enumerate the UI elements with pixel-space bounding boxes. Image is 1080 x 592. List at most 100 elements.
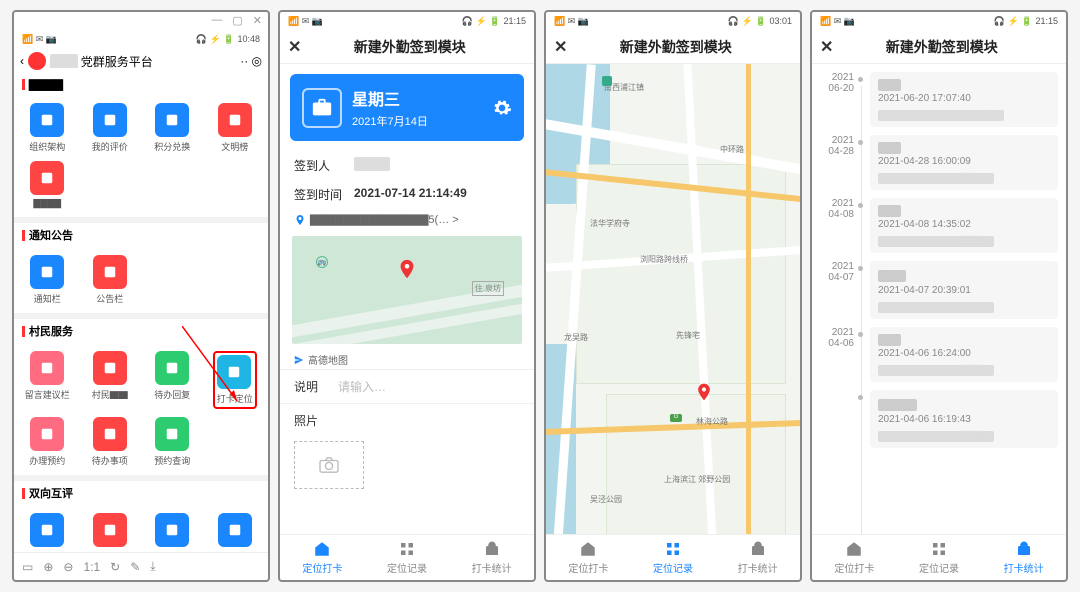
tool-refresh-icon[interactable]: ↻ [110, 560, 120, 574]
win-min-icon[interactable]: — [211, 14, 222, 28]
big-map[interactable]: 南西浦江镇中环路法华学府寺浏阳路跨线桥龙吴路先锋宅林海公路上海滨江 郊野公园吴泾… [546, 64, 800, 534]
history-row: 2021 04-07 刘▇ 2021-04-07 20:39:01 ▇▇▇▇▇▇… [812, 257, 1066, 323]
search2-icon [155, 417, 189, 451]
icon-label: ▇▇▇▇ [33, 198, 61, 209]
location-icon [217, 355, 251, 389]
hygiene-item[interactable]: 卫生评分 [141, 509, 204, 552]
pending-item[interactable]: 待办事项 [79, 413, 142, 471]
tab-label: 打卡统计 [472, 560, 512, 575]
board-item[interactable]: 公告栏 [79, 251, 142, 309]
history-card[interactable]: ▇▇ 2021-04-08 14:35:02 ▇▇▇▇▇▇▇▇街道… [870, 198, 1058, 253]
location-row[interactable]: ▇▇▇▇▇▇▇▇▇▇▇▇▇▇5(… > [280, 209, 534, 230]
history-name: 刘▇ [878, 267, 1050, 283]
speaker-item[interactable]: 通知栏 [16, 251, 79, 309]
history-card[interactable]: 刘▇ 2021-04-07 20:39:01 ▇▇▇▇▇▇▇▇▇金… [870, 261, 1058, 319]
org-icon [30, 103, 64, 137]
close-icon[interactable]: ✕ [554, 37, 567, 57]
tab-checkin[interactable]: 定位打卡 [568, 540, 608, 575]
tab-checkin[interactable]: 定位打卡 [834, 540, 874, 575]
icon-label: 村民▇▇ [92, 388, 128, 401]
history-timestamp: 2021-06-20 17:07:40 [878, 93, 1050, 104]
title-prefix: ▇▇▇ [50, 54, 78, 68]
history-name: ▇▇ [878, 78, 1050, 91]
qr-item[interactable]: 我的评价 [79, 99, 142, 157]
history-card[interactable]: ▇▇ 2021-04-06 16:24:00 ▇▇▇▇▇▇▇▇街道… [870, 327, 1058, 382]
screen-3: 📶 ✉ 📷 🎧 ⚡ 🔋03:01 ✕ 新建外勤签到模块 南西浦江镇中环路法华学府… [544, 10, 802, 582]
tool-zoom-out-icon[interactable]: ⊖ [63, 560, 73, 574]
location-item[interactable]: 打卡定位 [204, 347, 267, 413]
tool-download-icon[interactable]: ⤓ [150, 559, 155, 574]
close-icon[interactable]: ✕ [288, 37, 301, 57]
trophy-item[interactable]: 文明榜 [204, 99, 267, 157]
history-card[interactable]: 李▇▇ 2021-04-06 16:19:43 ▇▇▇▇▇▇▇▇街道… [870, 390, 1058, 448]
icon-label: 干部评分 [29, 550, 65, 552]
icon-label: 公告栏 [96, 292, 123, 305]
map-poi: 住.泉坊 [472, 281, 504, 296]
bus-stop-icon: 🚌 [316, 256, 328, 268]
swap-item[interactable]: 积分兑换 [141, 99, 204, 157]
map-pin-icon [396, 258, 418, 285]
tab-stats[interactable]: 打卡统计 [1004, 540, 1044, 575]
icon-label: 群众评分 [92, 550, 128, 552]
history-date [820, 390, 862, 448]
section-title-1: 通知公告 [14, 223, 268, 247]
link-item[interactable]: ▇▇▇▇ [16, 157, 79, 213]
calendar-icon [30, 417, 64, 451]
group-rate-item[interactable]: 群众评分 [79, 509, 142, 552]
reply-icon [155, 351, 189, 385]
main-scroll[interactable]: ▇▇▇▇ 组织架构我的评价积分兑换文明榜▇▇▇▇ 通知公告 通知栏公告栏 村民服… [14, 74, 268, 552]
mini-map[interactable]: 住.泉坊 🚌 [292, 236, 522, 344]
qr-icon [93, 103, 127, 137]
win-max-icon[interactable]: ▢ [232, 14, 242, 28]
history-address: ▇▇▇▇▇▇▇▇街道… [878, 361, 1050, 376]
tab-checkin[interactable]: 定位打卡 [302, 540, 342, 575]
reply-item[interactable]: 待办回复 [141, 347, 204, 413]
history-list[interactable]: 2021 06-20 ▇▇ 2021-06-20 17:07:40 ▇▇▇▇▇▇… [812, 64, 1066, 534]
map-label: 上海滨江 郊野公园 [664, 474, 730, 485]
mini-program-menu[interactable]: ·· ◎ [240, 54, 262, 68]
close-icon[interactable]: ✕ [820, 37, 833, 57]
icon-label: 卫生评分 [154, 550, 190, 552]
exchange-icon [218, 513, 252, 547]
org-item[interactable]: 组织架构 [16, 99, 79, 157]
tab-label: 定位打卡 [302, 560, 342, 575]
pending-icon [93, 417, 127, 451]
tab-records[interactable]: 定位记录 [387, 540, 427, 575]
tool-zoom-in-icon[interactable]: ⊕ [43, 560, 53, 574]
mgmt-item[interactable]: 村民▇▇ [79, 347, 142, 413]
desc-row[interactable]: 说明 请输入… [280, 369, 534, 403]
tool-phone-icon[interactable]: ▭ [22, 560, 33, 574]
tab-records[interactable]: 定位记录 [919, 540, 959, 575]
map-pin-icon [694, 382, 714, 407]
history-timestamp: 2021-04-07 20:39:01 [878, 285, 1050, 296]
page-header: ✕ 新建外勤签到模块 [812, 30, 1066, 64]
date: 2021年7月14日 [352, 113, 482, 129]
history-address: ▇▇▇▇▇▇▇▇▇金… [878, 298, 1050, 313]
back-icon[interactable]: ‹ [20, 54, 24, 68]
swap-icon [155, 103, 189, 137]
grid-3: 干部评分 群众评分 卫生评分 兑换积分 [14, 505, 268, 552]
user-rate-item[interactable]: 干部评分 [16, 509, 79, 552]
grid-0: 组织架构我的评价积分兑换 文明榜 ▇▇▇▇ [14, 95, 268, 217]
gear-icon[interactable] [492, 98, 512, 118]
history-row: 2021 04-28 ▇▇ 2021-04-28 16:00:09 ▇▇▇▇▇▇… [812, 131, 1066, 194]
tab-stats[interactable]: 打卡统计 [738, 540, 778, 575]
icon-label: 兑换积分 [217, 550, 253, 552]
icon-label: 积分兑换 [154, 140, 190, 153]
tool-edit-icon[interactable]: ✎ [130, 560, 140, 574]
page-title: 新建外勤签到模块 [575, 37, 776, 57]
history-card[interactable]: ▇▇ 2021-06-20 17:07:40 ▇▇▇▇▇▇▇▇▇▇企… [870, 72, 1058, 127]
photo-upload[interactable] [294, 441, 364, 489]
exchange-item[interactable]: 兑换积分 [204, 509, 267, 552]
win-close-icon[interactable]: ✕ [253, 14, 262, 28]
tab-label: 定位记录 [387, 560, 427, 575]
tab-stats[interactable]: 打卡统计 [472, 540, 512, 575]
tool-ratio-icon[interactable]: 1:1 [83, 560, 100, 574]
bottom-tabs: 定位打卡 定位记录 打卡统计 [546, 534, 800, 580]
map-attribution: 高德地图 [280, 350, 534, 369]
calendar-item[interactable]: 办理预约 [16, 413, 79, 471]
tab-records[interactable]: 定位记录 [653, 540, 693, 575]
chat-item[interactable]: 留言建议栏 [16, 347, 79, 413]
history-card[interactable]: ▇▇ 2021-04-28 16:00:09 ▇▇▇▇▇▇▇▇镇天… [870, 135, 1058, 190]
search2-item[interactable]: 预约查询 [141, 413, 204, 471]
